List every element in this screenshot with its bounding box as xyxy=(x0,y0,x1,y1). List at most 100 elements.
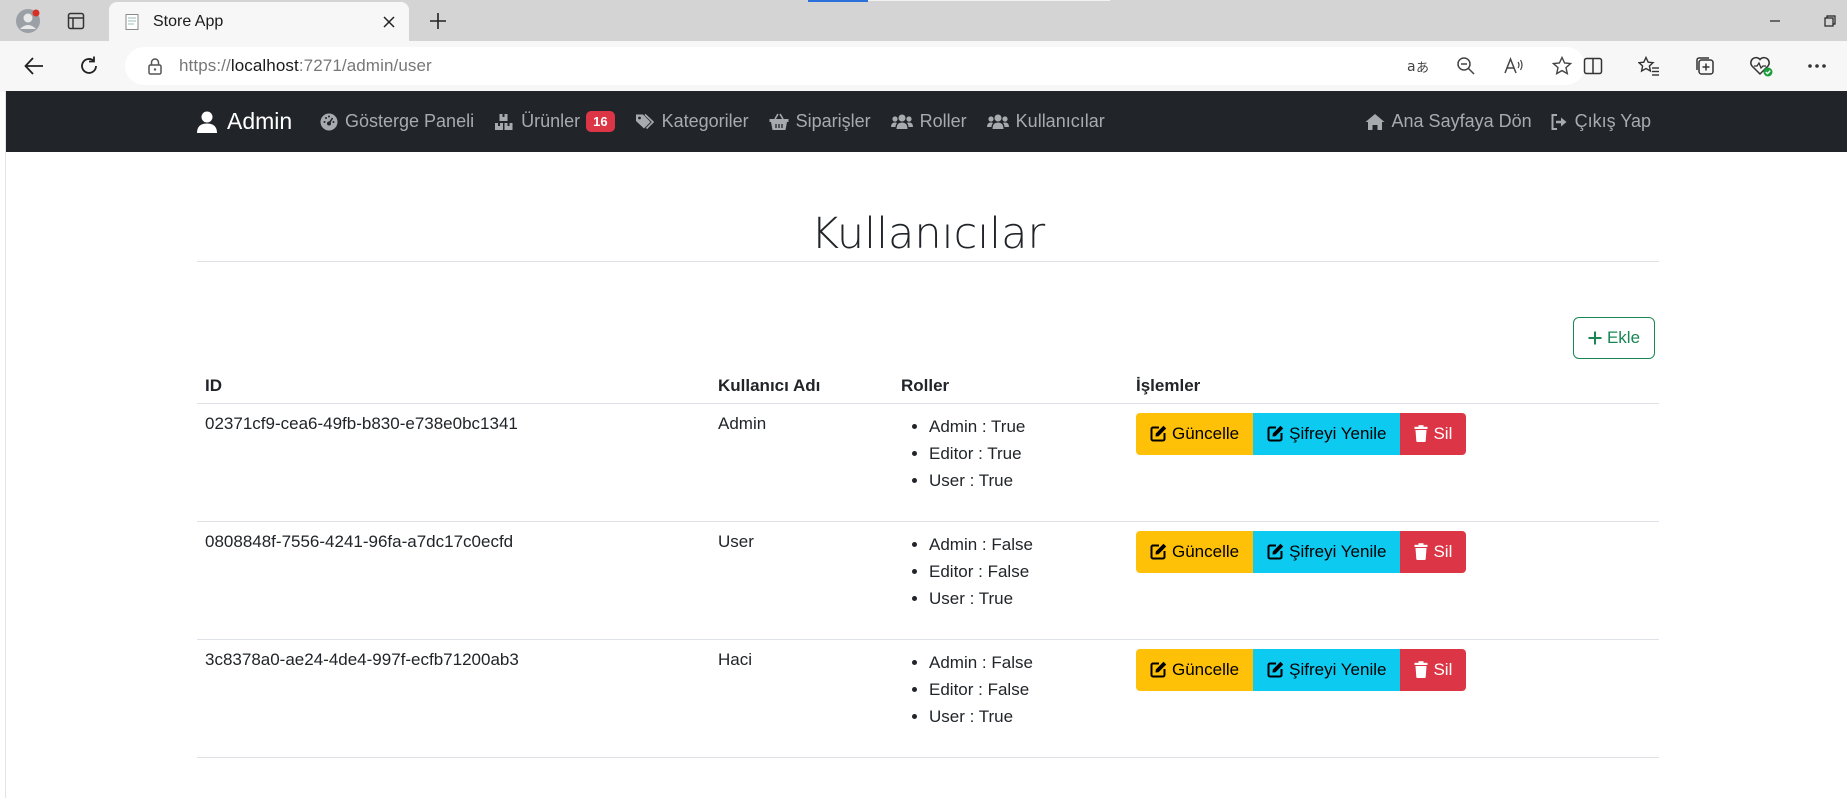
nav-item-users[interactable]: Kullanıcılar xyxy=(986,111,1105,132)
actions-cell: Güncelle Şifreyi Yenile Sil xyxy=(1128,403,1659,522)
update-label: Güncelle xyxy=(1172,423,1240,443)
role-item: Editor : False xyxy=(929,676,1120,703)
minimize-icon xyxy=(1770,20,1780,22)
delete-label: Sil xyxy=(1433,423,1453,443)
update-button[interactable]: Güncelle xyxy=(1136,648,1254,691)
edit-icon xyxy=(1150,543,1167,560)
product-count-badge: 16 xyxy=(586,111,615,132)
address-bar-actions: aあ xyxy=(1405,53,1575,79)
favorites-icon[interactable] xyxy=(1631,49,1667,83)
column-header-actions: İşlemler xyxy=(1128,359,1659,404)
loading-track xyxy=(868,0,1110,1)
update-label: Güncelle xyxy=(1172,659,1240,679)
edit-icon xyxy=(1150,661,1167,678)
nav-item-label: Roller xyxy=(919,111,967,131)
nav-item-dashboard[interactable]: Gösterge Paneli xyxy=(320,111,474,132)
update-label: Güncelle xyxy=(1172,541,1240,561)
profile-icon xyxy=(16,9,40,33)
delete-button[interactable]: Sil xyxy=(1400,530,1467,573)
edit-icon xyxy=(1267,543,1284,560)
roles-list: Admin : False Editor : False User : True xyxy=(901,649,1120,730)
reset-password-label: Şifreyi Yenile xyxy=(1289,659,1387,679)
split-screen-icon[interactable] xyxy=(1575,49,1611,83)
loading-indicator xyxy=(808,0,868,2)
address-bar[interactable]: https://localhost:7271/admin/user aあ xyxy=(125,47,1585,85)
update-button[interactable]: Güncelle xyxy=(1136,530,1254,573)
role-item: Editor : True xyxy=(929,440,1120,467)
navbar-brand[interactable]: Admin xyxy=(197,91,292,152)
nav-item-label: Çıkış Yap xyxy=(1574,111,1651,131)
nav-item-logout[interactable]: Çıkış Yap xyxy=(1550,111,1651,132)
table-row: 3c8378a0-ae24-4de4-997f-ecfb71200ab3 Hac… xyxy=(197,639,1659,758)
basket-icon xyxy=(769,113,789,130)
nav-item-roles[interactable]: Roller xyxy=(890,111,967,132)
user-icon xyxy=(197,111,217,133)
minimize-window-button[interactable] xyxy=(1760,8,1790,34)
arrow-left-icon xyxy=(24,57,43,75)
reset-password-button[interactable]: Şifreyi Yenile xyxy=(1253,530,1401,573)
favorite-star-icon[interactable] xyxy=(1549,53,1575,79)
reset-password-button[interactable]: Şifreyi Yenile xyxy=(1253,648,1401,691)
delete-button[interactable]: Sil xyxy=(1400,648,1467,691)
collections-icon[interactable] xyxy=(1687,49,1723,83)
update-button[interactable]: Güncelle xyxy=(1136,412,1254,455)
user-id-cell: 02371cf9-cea6-49fb-b830-e738e0bc1341 xyxy=(197,403,710,522)
nav-item-home[interactable]: Ana Sayfaya Dön xyxy=(1365,111,1532,132)
back-button[interactable] xyxy=(16,49,52,83)
trash-icon xyxy=(1414,661,1428,678)
actions-cell: Güncelle Şifreyi Yenile Sil xyxy=(1128,521,1659,640)
nav-item-label: Ürünler xyxy=(521,111,581,131)
browser-tab-bar: Store App xyxy=(0,0,1847,41)
zoom-out-icon[interactable] xyxy=(1453,53,1479,79)
profile-button[interactable] xyxy=(10,6,46,36)
reset-password-label: Şifreyi Yenile xyxy=(1289,541,1387,561)
close-tab-icon[interactable] xyxy=(377,10,401,34)
column-header-id: ID xyxy=(197,359,710,404)
role-item: Editor : False xyxy=(929,558,1120,585)
roles-cell: Admin : False Editor : False User : True xyxy=(893,521,1128,640)
nav-item-products[interactable]: Ürünler 16 xyxy=(494,111,615,132)
action-button-group: Güncelle Şifreyi Yenile Sil xyxy=(1136,648,1651,691)
plus-icon xyxy=(430,13,446,29)
nav-item-orders[interactable]: Siparişler xyxy=(769,111,871,132)
svg-text:a: a xyxy=(1407,59,1416,75)
role-item: User : True xyxy=(929,467,1120,494)
reset-password-label: Şifreyi Yenile xyxy=(1289,423,1387,443)
admin-navbar: Admin Gösterge Paneli Ürünler 16 Kategor… xyxy=(6,91,1847,152)
page-title: Kullanıcılar xyxy=(810,209,1046,259)
tab-list-icon xyxy=(67,12,85,30)
nav-item-label: Kullanıcılar xyxy=(1015,111,1105,131)
more-options-icon[interactable] xyxy=(1799,49,1835,83)
lock-icon[interactable] xyxy=(147,57,163,75)
delete-button[interactable]: Sil xyxy=(1400,412,1467,455)
delete-label: Sil xyxy=(1433,659,1453,679)
nav-item-label: Siparişler xyxy=(795,111,871,131)
navbar-right-menu: Ana Sayfaya Dön Çıkış Yap xyxy=(1347,91,1651,152)
users-icon xyxy=(890,114,913,129)
browser-essentials-icon[interactable] xyxy=(1743,49,1779,83)
add-user-button[interactable]: Ekle xyxy=(1573,317,1655,359)
svg-text:あ: あ xyxy=(1416,61,1429,76)
edit-icon xyxy=(1267,425,1284,442)
read-aloud-icon[interactable] xyxy=(1501,53,1527,79)
action-button-group: Güncelle Şifreyi Yenile Sil xyxy=(1136,412,1651,455)
maximize-window-button[interactable] xyxy=(1815,8,1845,34)
browser-extensions xyxy=(1575,49,1847,83)
edit-icon xyxy=(1150,425,1167,442)
tags-icon xyxy=(635,113,654,129)
nav-item-categories[interactable]: Kategoriler xyxy=(635,111,749,132)
browser-tab[interactable]: Store App xyxy=(109,2,409,41)
reset-password-button[interactable]: Şifreyi Yenile xyxy=(1253,412,1401,455)
page-favicon-icon xyxy=(125,13,139,30)
url-host: localhost xyxy=(230,56,299,75)
role-item: User : True xyxy=(929,585,1120,612)
reload-icon xyxy=(81,56,97,74)
new-tab-button[interactable] xyxy=(420,6,456,36)
translate-icon[interactable]: aあ xyxy=(1405,53,1431,79)
plus-icon xyxy=(1588,331,1602,345)
title-divider xyxy=(197,261,1659,262)
reload-button[interactable] xyxy=(71,49,107,83)
edit-icon xyxy=(1267,661,1284,678)
tab-actions-button[interactable] xyxy=(58,6,94,36)
nav-item-label: Ana Sayfaya Dön xyxy=(1391,111,1532,131)
